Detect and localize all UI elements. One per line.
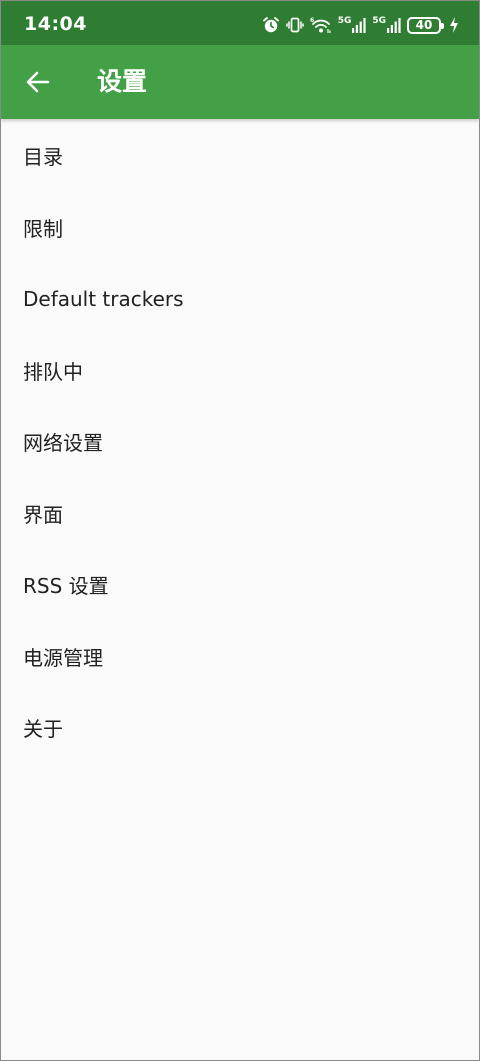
settings-item-rss[interactable]: RSS 设置 <box>1 549 479 621</box>
settings-item-directories[interactable]: 目录 <box>1 120 479 192</box>
settings-item-label: Default trackers <box>23 286 184 311</box>
settings-item-label: 界面 <box>23 502 63 527</box>
wifi-icon: 6 <box>310 17 331 33</box>
settings-item-queueing[interactable]: 排队中 <box>1 335 479 407</box>
settings-item-label: RSS 设置 <box>23 574 109 599</box>
battery-icon: 40 <box>407 16 444 34</box>
status-icons: 6 5G 5G 40 <box>262 14 459 36</box>
status-bar: 14:04 6 5G 5G 40 <box>1 1 479 45</box>
battery-level: 40 <box>415 18 433 32</box>
settings-item-label: 关于 <box>23 717 63 742</box>
settings-item-network[interactable]: 网络设置 <box>1 406 479 478</box>
settings-item-about[interactable]: 关于 <box>1 692 479 764</box>
signal-icon: 5G <box>372 17 401 33</box>
signal-icon: 5G <box>338 17 367 33</box>
charging-icon <box>450 17 458 33</box>
settings-item-power[interactable]: 电源管理 <box>1 621 479 693</box>
settings-item-limits[interactable]: 限制 <box>1 192 479 264</box>
status-time: 14:04 <box>24 13 87 35</box>
network-type-label: 5G <box>337 16 352 26</box>
alarm-icon <box>262 17 279 33</box>
settings-item-label: 排队中 <box>23 359 83 384</box>
settings-item-label: 电源管理 <box>23 645 103 670</box>
network-type-label: 5G <box>372 16 386 26</box>
settings-item-default-trackers[interactable]: Default trackers <box>1 263 479 335</box>
settings-item-label: 网络设置 <box>23 431 103 456</box>
screen: 14:04 6 5G 5G 40 设置 目录 限制 Default tracke… <box>0 0 480 1061</box>
settings-list: 目录 限制 Default trackers 排队中 网络设置 界面 RSS 设… <box>1 120 479 764</box>
app-bar: 设置 <box>1 45 479 119</box>
settings-item-interface[interactable]: 界面 <box>1 478 479 550</box>
vibrate-icon <box>285 17 304 33</box>
settings-item-label: 目录 <box>23 145 63 170</box>
settings-item-label: 限制 <box>23 216 63 241</box>
page-title: 设置 <box>97 67 148 96</box>
arrow-left-icon <box>26 71 50 93</box>
back-button[interactable] <box>23 67 53 97</box>
